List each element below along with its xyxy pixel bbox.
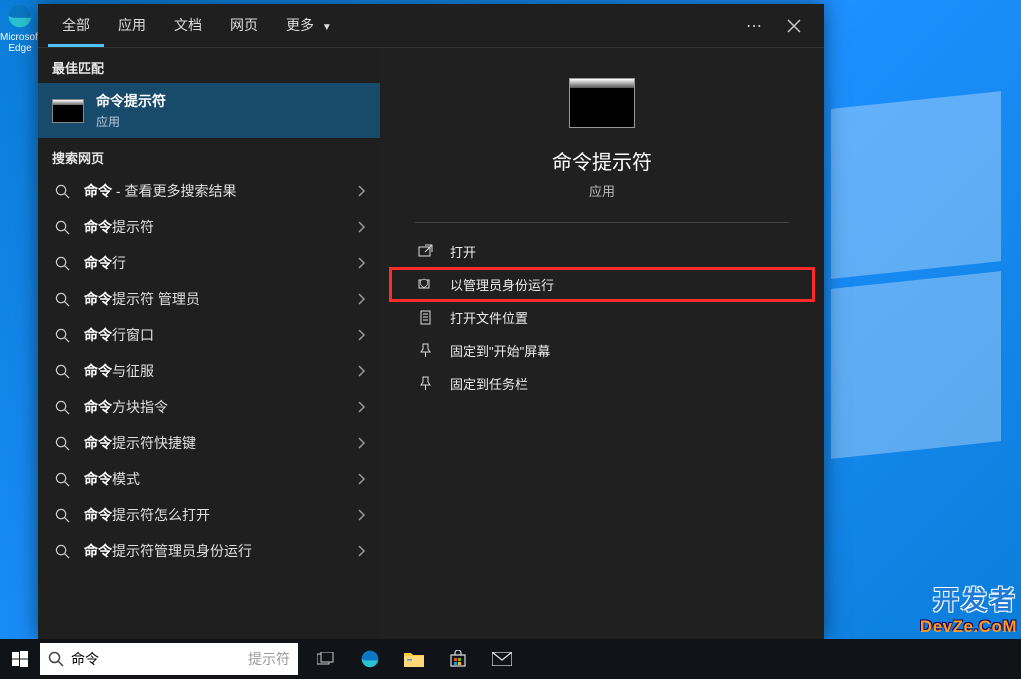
watermark: 开发者 DevZe.CoM bbox=[920, 580, 1017, 637]
result-row[interactable]: 命令提示符管理员身份运行 bbox=[38, 533, 380, 569]
action-pin-start-label: 固定到"开始"屏幕 bbox=[450, 341, 550, 360]
edge-taskbar-icon[interactable] bbox=[348, 639, 392, 679]
result-row[interactable]: 命令方块指令 bbox=[38, 389, 380, 425]
divider bbox=[415, 222, 788, 223]
tab-all[interactable]: 全部 bbox=[48, 5, 104, 47]
open-icon bbox=[414, 244, 436, 259]
results-column: 最佳匹配 命令提示符 应用 搜索网页 命令 - 查看更多搜索结果命令提示符命令行… bbox=[38, 48, 380, 640]
result-row[interactable]: 命令行 bbox=[38, 245, 380, 281]
search-icon bbox=[52, 220, 72, 235]
action-run-as-admin-label: 以管理员身份运行 bbox=[450, 275, 554, 294]
result-label: 命令提示符快捷键 bbox=[84, 433, 358, 453]
chevron-down-icon: ▼ bbox=[322, 22, 332, 33]
chevron-right-icon bbox=[358, 185, 366, 197]
action-pin-taskbar[interactable]: 固定到任务栏 bbox=[390, 367, 814, 400]
search-panel: 全部 应用 文档 网页 更多 ▼ ⋯ 最佳匹配 命令提示符 应用 bbox=[38, 4, 824, 640]
result-label: 命令行窗口 bbox=[84, 325, 358, 345]
web-search-header: 搜索网页 bbox=[38, 138, 380, 173]
action-pin-taskbar-label: 固定到任务栏 bbox=[450, 374, 528, 393]
watermark-line2: DevZe.CoM bbox=[920, 617, 1017, 637]
explorer-taskbar-icon[interactable] bbox=[392, 639, 436, 679]
search-icon bbox=[52, 292, 72, 307]
result-row[interactable]: 命令提示符快捷键 bbox=[38, 425, 380, 461]
action-run-as-admin[interactable]: 以管理员身份运行 bbox=[390, 268, 814, 301]
result-row[interactable]: 命令模式 bbox=[38, 461, 380, 497]
more-options-icon[interactable]: ⋯ bbox=[734, 6, 774, 46]
result-label: 命令提示符管理员身份运行 bbox=[84, 541, 358, 561]
search-icon bbox=[52, 400, 72, 415]
result-row[interactable]: 命令提示符怎么打开 bbox=[38, 497, 380, 533]
search-completion-hint: 提示符 bbox=[248, 649, 290, 669]
shield-icon bbox=[414, 277, 436, 292]
result-row[interactable]: 命令行窗口 bbox=[38, 317, 380, 353]
best-match-item[interactable]: 命令提示符 应用 bbox=[38, 83, 380, 138]
best-match-title: 命令提示符 bbox=[96, 91, 166, 111]
results-list: 命令 - 查看更多搜索结果命令提示符命令行命令提示符 管理员命令行窗口命令与征服… bbox=[38, 173, 380, 569]
tab-more-label: 更多 bbox=[286, 17, 314, 33]
result-label: 命令提示符怎么打开 bbox=[84, 505, 358, 525]
chevron-right-icon bbox=[358, 509, 366, 521]
tab-more[interactable]: 更多 ▼ bbox=[272, 5, 346, 47]
best-match-sub: 应用 bbox=[96, 113, 166, 130]
search-icon bbox=[52, 544, 72, 559]
mail-taskbar-icon[interactable] bbox=[480, 639, 524, 679]
close-icon[interactable] bbox=[774, 6, 814, 46]
best-match-header: 最佳匹配 bbox=[38, 48, 380, 83]
store-taskbar-icon[interactable] bbox=[436, 639, 480, 679]
result-label: 命令 - 查看更多搜索结果 bbox=[84, 181, 358, 201]
chevron-right-icon bbox=[358, 329, 366, 341]
chevron-right-icon bbox=[358, 257, 366, 269]
task-view-icon[interactable] bbox=[304, 639, 348, 679]
chevron-right-icon bbox=[358, 221, 366, 233]
start-button[interactable] bbox=[0, 639, 40, 679]
pin-taskbar-icon bbox=[414, 376, 436, 391]
search-icon bbox=[52, 364, 72, 379]
chevron-right-icon bbox=[358, 365, 366, 377]
chevron-right-icon bbox=[358, 473, 366, 485]
tab-apps[interactable]: 应用 bbox=[104, 5, 160, 47]
app-preview-icon bbox=[569, 78, 635, 128]
result-row[interactable]: 命令与征服 bbox=[38, 353, 380, 389]
result-label: 命令与征服 bbox=[84, 361, 358, 381]
pin-start-icon bbox=[414, 343, 436, 358]
search-icon bbox=[52, 436, 72, 451]
search-icon bbox=[48, 651, 64, 667]
tabs-row: 全部 应用 文档 网页 更多 ▼ ⋯ bbox=[38, 4, 824, 48]
chevron-right-icon bbox=[358, 401, 366, 413]
search-input[interactable] bbox=[71, 651, 248, 667]
chevron-right-icon bbox=[358, 293, 366, 305]
chevron-right-icon bbox=[358, 545, 366, 557]
search-icon bbox=[52, 508, 72, 523]
tab-docs[interactable]: 文档 bbox=[160, 5, 216, 47]
desktop-icon-edge[interactable]: Microsoft Edge bbox=[0, 2, 40, 54]
result-row[interactable]: 命令提示符 bbox=[38, 209, 380, 245]
result-label: 命令模式 bbox=[84, 469, 358, 489]
taskbar: 提示符 bbox=[0, 639, 1021, 679]
search-icon bbox=[52, 256, 72, 271]
taskbar-search[interactable]: 提示符 bbox=[40, 643, 298, 675]
app-sub: 应用 bbox=[589, 181, 615, 200]
result-label: 命令提示符 管理员 bbox=[84, 289, 358, 309]
watermark-line1: 开发者 bbox=[920, 580, 1017, 617]
action-pin-start[interactable]: 固定到"开始"屏幕 bbox=[390, 334, 814, 367]
result-row[interactable]: 命令提示符 管理员 bbox=[38, 281, 380, 317]
tab-web[interactable]: 网页 bbox=[216, 5, 272, 47]
result-row[interactable]: 命令 - 查看更多搜索结果 bbox=[38, 173, 380, 209]
folder-icon bbox=[414, 310, 436, 325]
cmd-icon bbox=[52, 99, 84, 123]
action-open-location[interactable]: 打开文件位置 bbox=[390, 301, 814, 334]
action-open-location-label: 打开文件位置 bbox=[450, 308, 528, 327]
action-open[interactable]: 打开 bbox=[390, 235, 814, 268]
result-label: 命令行 bbox=[84, 253, 358, 273]
action-open-label: 打开 bbox=[450, 242, 476, 261]
search-icon bbox=[52, 472, 72, 487]
preview-column: 命令提示符 应用 打开 以管理员身份运行 bbox=[380, 48, 824, 640]
desktop-icon-label: Microsoft Edge bbox=[0, 32, 40, 54]
app-title: 命令提示符 bbox=[552, 146, 652, 175]
search-icon bbox=[52, 328, 72, 343]
chevron-right-icon bbox=[358, 437, 366, 449]
search-icon bbox=[52, 184, 72, 199]
result-label: 命令提示符 bbox=[84, 217, 358, 237]
result-label: 命令方块指令 bbox=[84, 397, 358, 417]
